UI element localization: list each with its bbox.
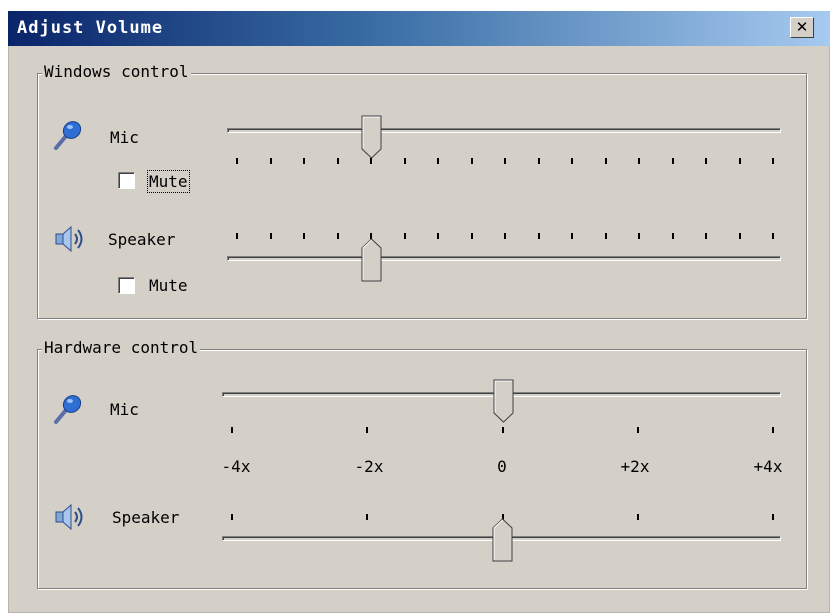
slider-tick	[638, 158, 640, 164]
slider-tick	[336, 158, 339, 164]
window-title: Adjust Volume	[17, 18, 164, 38]
slider-tick	[571, 158, 573, 164]
slider-tick	[705, 233, 707, 239]
slider-tick	[604, 158, 607, 164]
slider-tick	[231, 427, 233, 433]
windows-speaker-mute-checkbox[interactable]	[118, 277, 135, 294]
slider-tick	[303, 233, 305, 239]
slider-tick	[236, 158, 238, 164]
slider-tick	[269, 233, 272, 239]
hardware-mic-slider-thumb[interactable]	[493, 379, 515, 423]
slider-tick	[772, 427, 774, 433]
slider-tick	[366, 514, 369, 520]
windows-speaker-slider-thumb[interactable]	[361, 238, 383, 282]
speaker-icon	[55, 503, 83, 531]
microphone-icon	[54, 395, 82, 424]
hardware-speaker-label: Speaker	[112, 508, 180, 527]
slider-tick	[772, 158, 774, 164]
microphone-icon	[54, 121, 82, 150]
slider-tick	[537, 233, 540, 239]
scale-label: +2x	[620, 457, 650, 476]
windows-mic-slider-thumb[interactable]	[361, 115, 383, 159]
windows-control-title: Windows control	[42, 62, 191, 81]
close-icon: ✕	[795, 18, 809, 36]
slider-tick	[738, 233, 741, 239]
slider-tick	[537, 158, 540, 164]
title-bar: Adjust Volume	[8, 11, 830, 46]
slider-tick	[437, 233, 439, 239]
slider-tick	[501, 427, 504, 433]
slider-tick	[571, 233, 573, 239]
slider-tick	[671, 158, 674, 164]
slider-tick	[504, 158, 506, 164]
slider-tick	[504, 233, 506, 239]
hardware-control-title: Hardware control	[42, 338, 201, 357]
hardware-control-group: Hardware control	[37, 338, 807, 589]
slider-tick	[705, 158, 707, 164]
slider-tick	[366, 427, 369, 433]
slider-tick	[638, 233, 640, 239]
hardware-mic-label: Mic	[110, 400, 139, 419]
scale-label: -2x	[354, 457, 384, 476]
slider-tick	[231, 514, 233, 520]
slider-tick	[403, 158, 406, 164]
slider-tick	[772, 233, 774, 239]
windows-speaker-mute-label[interactable]: Mute	[149, 276, 188, 295]
slider-tick	[636, 427, 639, 433]
scale-label: 0	[497, 457, 507, 476]
slider-tick	[370, 158, 372, 164]
slider-tick	[437, 158, 439, 164]
slider-tick	[738, 158, 741, 164]
slider-tick	[236, 233, 238, 239]
windows-mic-mute-label[interactable]: Mute	[147, 170, 190, 193]
speaker-icon	[55, 225, 83, 253]
slider-tick	[403, 233, 406, 239]
slider-tick	[470, 233, 473, 239]
windows-speaker-slider-track[interactable]	[227, 256, 781, 261]
windows-speaker-label: Speaker	[108, 230, 176, 249]
slider-tick	[470, 158, 473, 164]
slider-tick	[604, 233, 607, 239]
close-button[interactable]: ✕	[790, 17, 814, 38]
slider-tick	[671, 233, 674, 239]
slider-tick	[636, 514, 639, 520]
scale-label: +4x	[753, 457, 783, 476]
hardware-speaker-slider-thumb[interactable]	[492, 518, 514, 562]
windows-mic-label: Mic	[110, 128, 139, 147]
windows-mic-mute-checkbox[interactable]	[118, 172, 135, 189]
windows-mic-slider-track[interactable]	[227, 128, 781, 133]
scale-label: -4x	[221, 457, 251, 476]
slider-tick	[303, 158, 305, 164]
slider-tick	[336, 233, 339, 239]
slider-tick	[269, 158, 272, 164]
slider-tick	[772, 514, 774, 520]
